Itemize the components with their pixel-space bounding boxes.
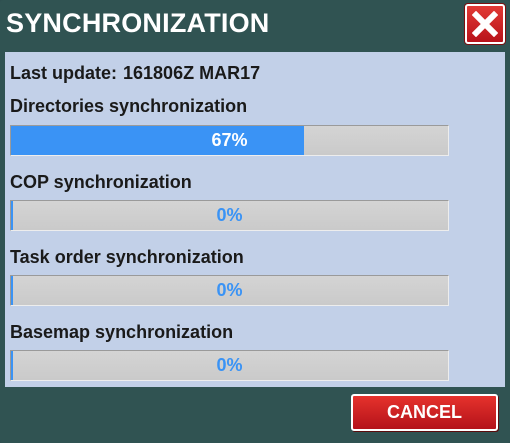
sync-panel: Last update: 161806Z MAR17 Directories sy…: [5, 52, 505, 387]
progress-bar-cop: 0%: [10, 200, 449, 231]
progress-bar-directories: 67%: [10, 125, 449, 156]
progress-text: 67%: [211, 130, 248, 150]
close-button[interactable]: [465, 4, 505, 44]
progress-bar-basemap: 0%: [10, 350, 449, 381]
dialog-title: SYNCHRONIZATION: [6, 8, 270, 38]
last-update-value: 161806Z MAR17: [123, 63, 261, 83]
last-update-label: Last update:: [10, 63, 118, 83]
section-label-basemap: Basemap synchronization: [10, 322, 234, 342]
section-label-task-order: Task order synchronization: [10, 247, 244, 267]
sync-dialog: SYNCHRONIZATION Last update: 161806Z MAR1…: [0, 0, 510, 443]
close-x-icon: [472, 11, 498, 37]
cancel-button[interactable]: CANCEL: [351, 394, 498, 431]
progress-bar-task-order: 0%: [10, 275, 449, 306]
last-update: Last update: 161806Z MAR17: [10, 63, 260, 84]
progress-text: 0%: [216, 280, 243, 300]
progress-text: 0%: [216, 355, 243, 375]
section-label-directories: Directories synchronization: [10, 96, 248, 116]
progress-text: 0%: [216, 205, 243, 225]
section-label-cop: COP synchronization: [10, 172, 192, 192]
